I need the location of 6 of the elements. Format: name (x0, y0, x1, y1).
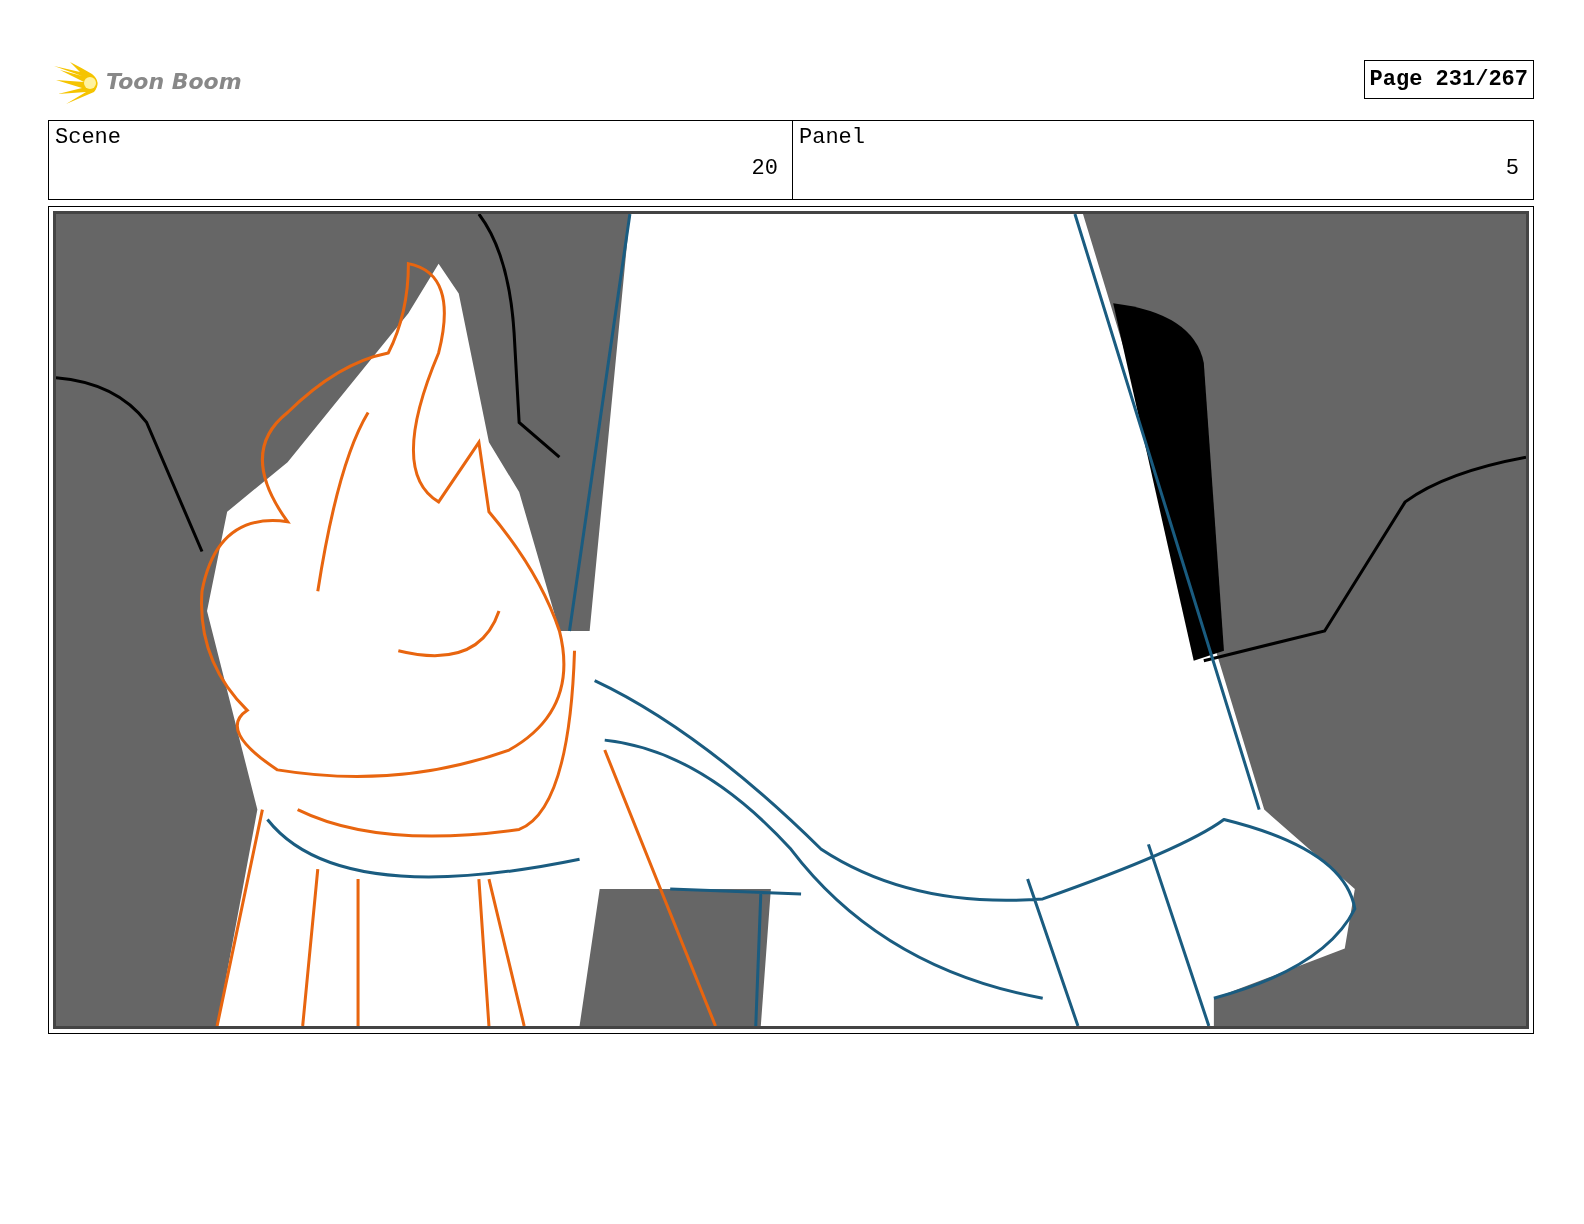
logo-text: Toon Boom (106, 68, 242, 94)
info-value: 5 (1504, 156, 1519, 181)
info-value: 20 (750, 156, 778, 181)
page-number: Page 231/267 (1363, 60, 1534, 99)
info-label: Panel (799, 125, 866, 150)
info-label: Scene (55, 125, 122, 150)
